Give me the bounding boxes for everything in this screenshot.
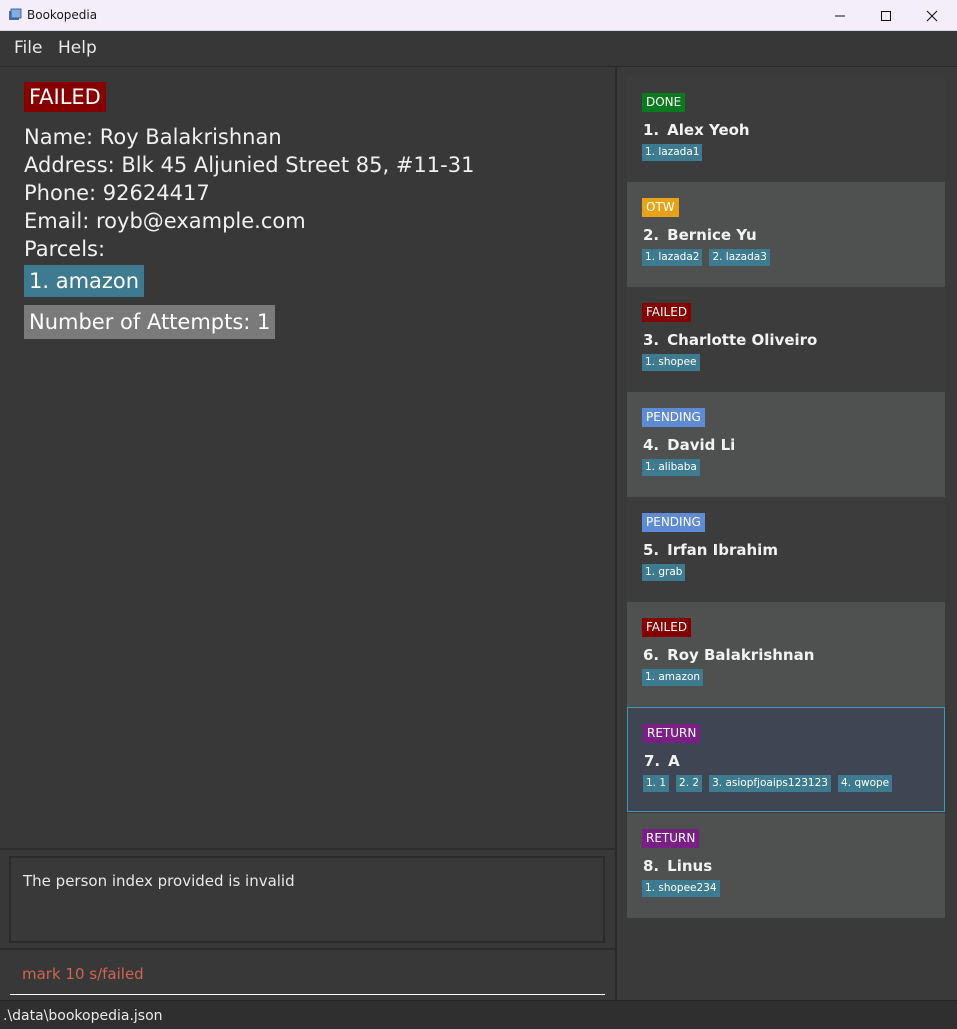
person-name-text: Charlotte Oliveiro xyxy=(667,331,818,349)
person-index: 6. xyxy=(643,646,660,664)
person-index: 2. xyxy=(643,226,660,244)
person-name: 7. A xyxy=(644,752,680,770)
person-card[interactable]: OTW 2. Bernice Yu 1. lazada2 2. lazada3 xyxy=(627,182,945,287)
person-index: 3. xyxy=(643,331,660,349)
person-index: 7. xyxy=(644,752,661,770)
person-status-badge: PENDING xyxy=(642,408,705,427)
parcel-tag: 2. lazada3 xyxy=(709,249,770,266)
person-card[interactable]: FAILED 6. Roy Balakrishnan 1. amazon xyxy=(627,602,945,707)
person-name-text: David Li xyxy=(667,436,736,454)
result-display[interactable]: The person index provided is invalid xyxy=(9,856,605,943)
person-parcels: 1. amazon xyxy=(642,669,704,686)
person-name: 2. Bernice Yu xyxy=(643,226,757,244)
parcel-tag: 1. alibaba xyxy=(642,459,700,476)
detail-parcels-label: Parcels: xyxy=(24,237,106,261)
parcel-tag: 3. asiopfjoaips123123 xyxy=(709,775,831,792)
command-box-area: mark 10 s/failed xyxy=(0,948,615,1000)
save-location: .\data\bookopedia.json xyxy=(3,1008,163,1024)
menu-help[interactable]: Help xyxy=(58,38,97,58)
person-parcels: 1. lazada1 xyxy=(642,144,703,161)
person-card[interactable]: FAILED 3. Charlotte Oliveiro 1. shopee xyxy=(627,287,945,392)
person-parcels: 1. grab xyxy=(642,564,686,581)
parcel-tag: 1. lazada1 xyxy=(642,144,703,161)
command-underline xyxy=(10,994,605,995)
person-parcels: 1. shopee234 xyxy=(642,880,720,897)
person-parcels: 1. alibaba xyxy=(642,459,700,476)
command-input[interactable]: mark 10 s/failed xyxy=(22,965,144,983)
person-status-badge: RETURN xyxy=(643,724,701,743)
detail-phone: Phone: 92624417 xyxy=(24,181,210,205)
person-status-badge: OTW xyxy=(642,198,679,217)
person-name: 8. Linus xyxy=(643,857,712,875)
parcel-tag: 1. lazada2 xyxy=(642,249,703,266)
app-icon xyxy=(9,8,22,20)
parcel-tag: 1. amazon xyxy=(642,669,704,686)
person-card[interactable]: RETURN 7. A 1. 1 2. 2 3. asiopfjoaips123123 4.… xyxy=(627,707,945,812)
person-list-panel: DONE 1. Alex Yeoh 1. lazada1 OTW 2. Bernice Yu… xyxy=(617,67,957,1000)
person-card[interactable]: PENDING 4. David Li 1. alibaba xyxy=(627,392,945,497)
parcel-tag: 1. shopee xyxy=(642,354,700,371)
menu-bar: File Help xyxy=(0,31,957,67)
detail-address: Address: Blk 45 Aljunied Street 85, #11-… xyxy=(24,153,475,177)
person-name-text: Linus xyxy=(667,857,713,875)
person-index: 4. xyxy=(643,436,660,454)
minimize-button[interactable] xyxy=(817,0,863,31)
close-icon xyxy=(926,10,938,21)
person-status-badge: PENDING xyxy=(642,513,705,532)
parcel-tag: 2. 2 xyxy=(676,775,703,792)
person-detail-panel: FAILED Name: Roy Balakrishnan Address: B… xyxy=(0,67,615,848)
parcel-tag: 1. shopee234 xyxy=(642,880,720,897)
person-name: 5. Irfan Ibrahim xyxy=(643,541,778,559)
person-status-badge: FAILED xyxy=(642,618,692,637)
person-parcels: 1. 1 2. 2 3. asiopfjoaips123123 4. qwope xyxy=(643,775,893,792)
status-bar: .\data\bookopedia.json xyxy=(0,1000,957,1029)
person-status-badge: RETURN xyxy=(642,829,700,848)
person-name-text: Roy Balakrishnan xyxy=(667,646,815,664)
detail-email: Email: royb@example.com xyxy=(24,209,306,233)
person-status-badge: DONE xyxy=(642,93,686,112)
detail-status-badge: FAILED xyxy=(24,82,106,112)
result-message: The person index provided is invalid xyxy=(23,872,295,890)
title-bar: Bookopedia xyxy=(0,0,957,31)
maximize-button[interactable] xyxy=(863,0,909,31)
person-parcels: 1. lazada2 2. lazada3 xyxy=(642,249,770,266)
person-card[interactable]: DONE 1. Alex Yeoh 1. lazada1 xyxy=(627,77,945,182)
detail-parcel-tag: 1. amazon xyxy=(24,265,145,297)
person-parcels: 1. shopee xyxy=(642,354,700,371)
parcel-tag: 1. 1 xyxy=(643,775,670,792)
person-name-text: A xyxy=(668,752,680,770)
person-name: 6. Roy Balakrishnan xyxy=(643,646,814,664)
result-display-area: The person index provided is invalid xyxy=(0,848,615,948)
person-index: 5. xyxy=(643,541,660,559)
person-index: 8. xyxy=(643,857,660,875)
person-name-text: Irfan Ibrahim xyxy=(667,541,778,559)
person-status-badge: FAILED xyxy=(642,303,692,322)
parcel-tag: 1. grab xyxy=(642,564,686,581)
menu-file[interactable]: File xyxy=(14,38,42,58)
person-name: 1. Alex Yeoh xyxy=(643,121,750,139)
window-title: Bookopedia xyxy=(27,8,98,22)
close-button[interactable] xyxy=(909,0,955,31)
person-card[interactable]: PENDING 5. Irfan Ibrahim 1. grab xyxy=(627,497,945,602)
person-name: 4. David Li xyxy=(643,436,735,454)
person-name-text: Alex Yeoh xyxy=(667,121,750,139)
detail-attempts-tag: Number of Attempts: 1 xyxy=(24,305,276,339)
minimize-icon xyxy=(835,15,845,16)
detail-name: Name: Roy Balakrishnan xyxy=(24,125,282,149)
person-name-text: Bernice Yu xyxy=(667,226,757,244)
maximize-icon xyxy=(881,10,891,21)
person-card[interactable]: RETURN 8. Linus 1. shopee234 xyxy=(627,813,945,918)
person-name: 3. Charlotte Oliveiro xyxy=(643,331,817,349)
person-index: 1. xyxy=(643,121,660,139)
parcel-tag: 4. qwope xyxy=(837,775,893,792)
